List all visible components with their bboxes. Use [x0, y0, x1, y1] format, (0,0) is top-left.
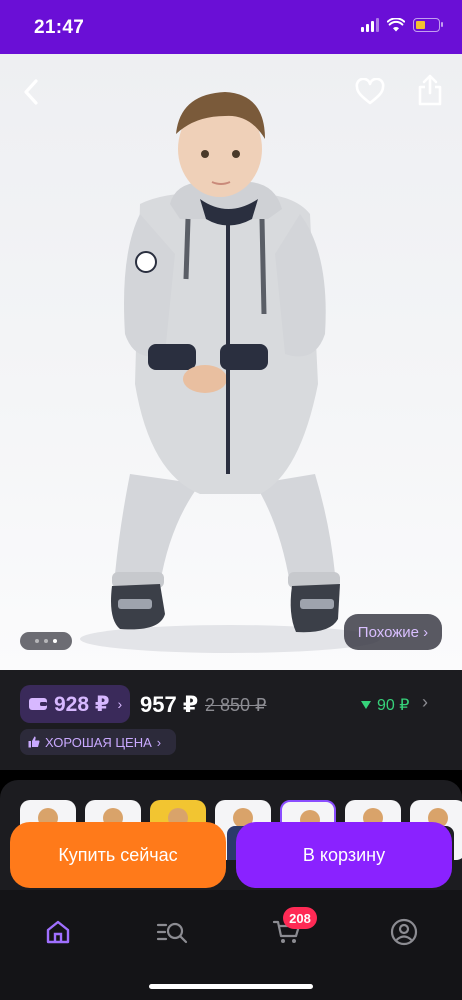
gallery-indicator	[20, 632, 72, 650]
current-price: 957 ₽	[140, 692, 199, 717]
heart-icon	[355, 78, 385, 105]
tab-home[interactable]	[38, 912, 78, 952]
chevron-right-icon: ›	[156, 734, 162, 750]
battery-icon	[413, 18, 443, 32]
add-to-cart-button[interactable]: В корзину	[236, 822, 452, 888]
product-image	[80, 92, 380, 653]
buy-now-label: Купить сейчас	[58, 844, 178, 865]
share-button[interactable]	[412, 72, 448, 108]
chevron-right-icon: ›	[117, 696, 123, 712]
triangle-down-icon	[361, 701, 371, 709]
price-panel: 928 ₽ › 957 ₽ 2 850 ₽ 90 ₽ › ХОРОШАЯ ЦЕН…	[0, 670, 462, 770]
bonus-value: 90 ₽	[377, 697, 410, 714]
home-indicator	[149, 984, 313, 989]
wallet-price-button[interactable]: 928 ₽ ›	[20, 685, 130, 723]
wifi-icon	[387, 18, 405, 32]
tab-catalog[interactable]	[152, 912, 192, 952]
share-icon	[418, 74, 442, 106]
similar-button[interactable]: Похожие ›	[344, 614, 442, 650]
thumbs-up-icon	[28, 736, 40, 748]
wallet-price: 928 ₽	[54, 692, 110, 716]
gallery-dot	[44, 639, 48, 643]
similar-label: Похожие ›	[357, 623, 429, 641]
profile-icon	[390, 918, 418, 946]
buy-now-button[interactable]: Купить сейчас	[10, 822, 226, 888]
status-icons	[361, 18, 443, 32]
back-icon	[24, 79, 38, 105]
favorite-button[interactable]	[352, 74, 388, 110]
bonus-points[interactable]: 90 ₽	[360, 695, 409, 715]
gallery-dot	[35, 639, 39, 643]
good-price-label: ХОРОШАЯ ЦЕНА	[45, 734, 152, 750]
status-time: 21:47	[34, 17, 85, 38]
status-bar: 21:47	[0, 0, 462, 54]
add-to-cart-label: В корзину	[302, 844, 386, 865]
gallery-dot-active	[53, 639, 57, 643]
cart-count-badge: 208	[283, 907, 317, 929]
back-button[interactable]	[14, 74, 50, 110]
product-photo[interactable]: Похожие ›	[0, 54, 462, 670]
signal-icon	[361, 18, 379, 32]
catalog-search-icon	[156, 922, 188, 944]
chevron-right-icon[interactable]: ›	[422, 692, 428, 713]
old-price: 2 850 ₽	[205, 695, 267, 715]
wallet-icon	[29, 698, 47, 710]
good-price-badge[interactable]: ХОРОШАЯ ЦЕНА ›	[20, 729, 176, 755]
home-icon	[46, 920, 70, 944]
tab-profile[interactable]	[384, 912, 424, 952]
